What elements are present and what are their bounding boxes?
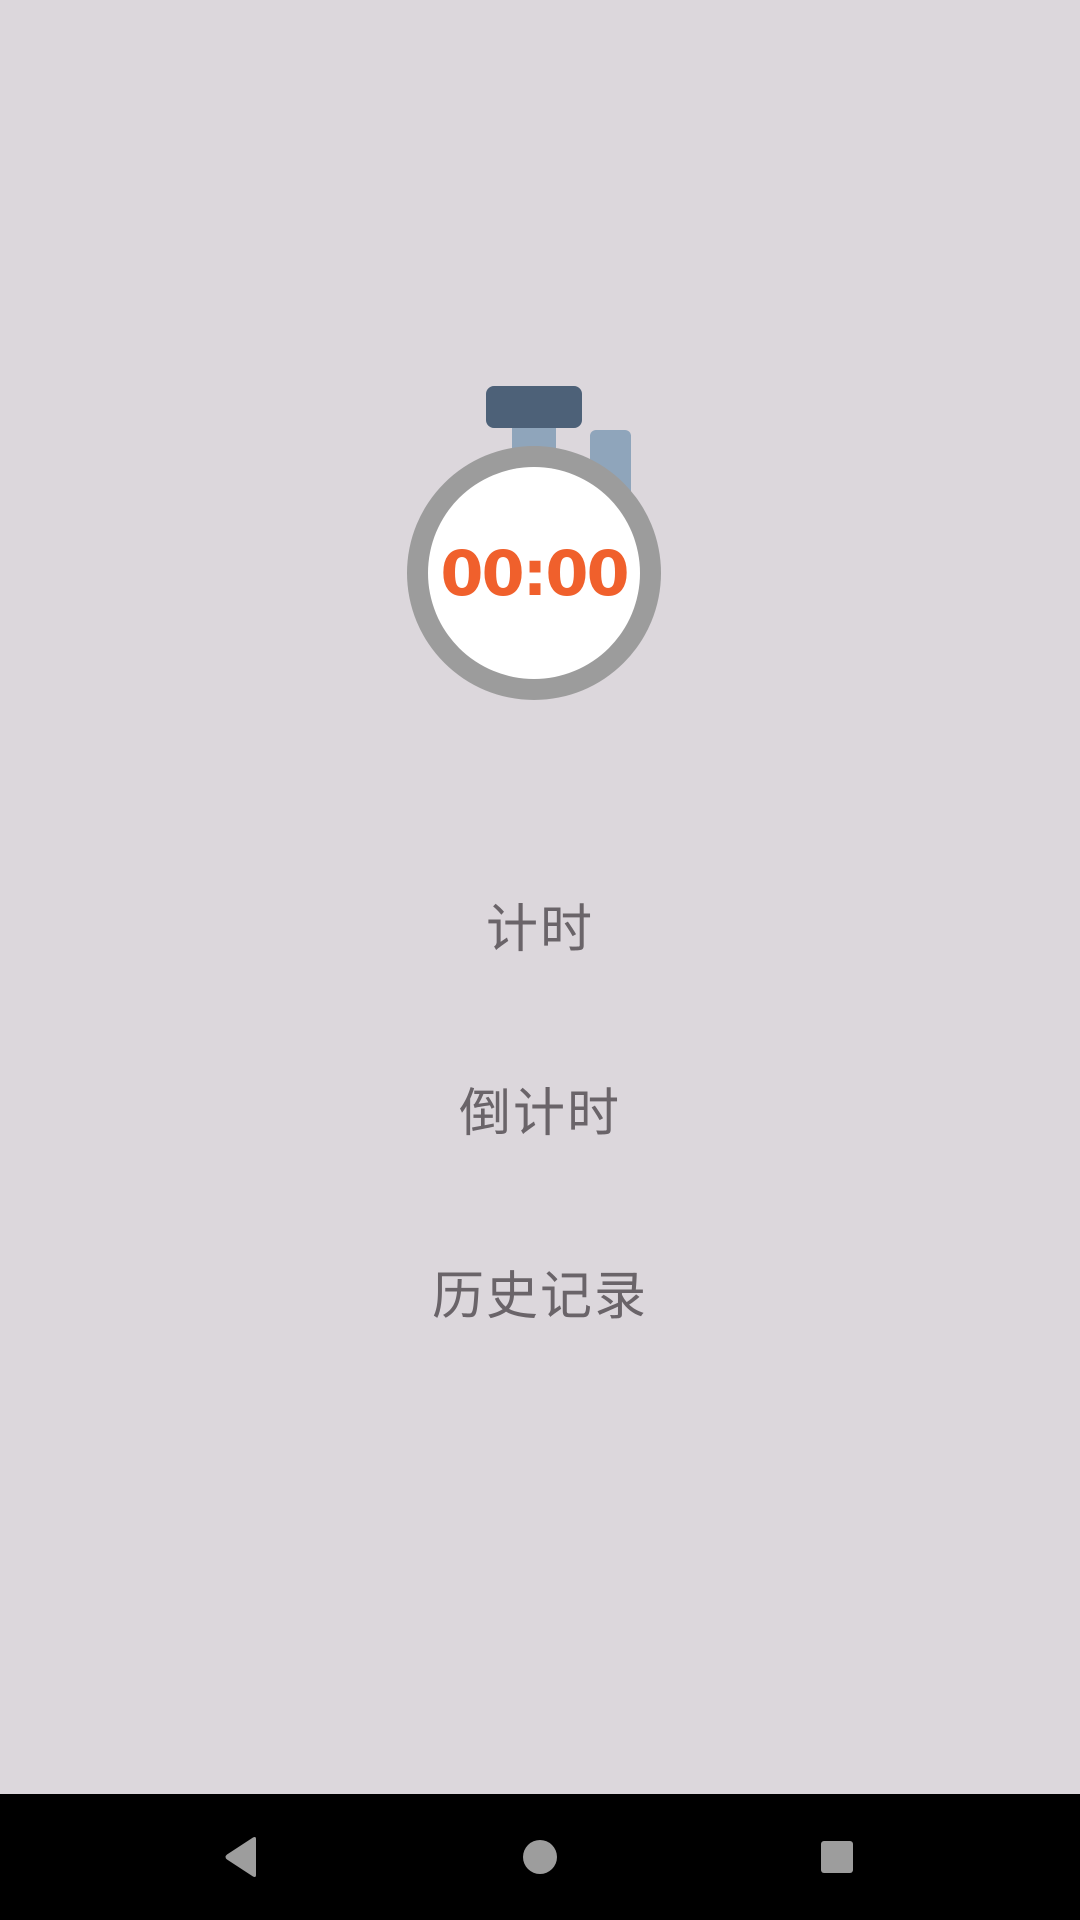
timer-label: 计时 [485,899,594,960]
countdown-label: 倒计时 [458,1083,621,1144]
back-button[interactable] [202,1817,282,1897]
home-button[interactable] [500,1817,580,1897]
stopwatch-logo: 00:00 [400,380,670,710]
recents-button[interactable] [797,1817,877,1897]
home-circle-icon [523,1840,557,1874]
stopwatch-display: 00:00 [440,537,627,610]
timer-button[interactable]: 计时 [340,864,740,984]
history-button[interactable]: 历史记录 [340,1231,740,1351]
recents-square-icon [821,1841,853,1873]
stopwatch-icon: 00:00 [407,386,661,700]
system-navigation-bar [0,1794,1080,1920]
history-label: 历史记录 [431,1266,648,1327]
stopwatch-crown [486,386,582,428]
back-triangle-icon [225,1837,256,1877]
app-screen: 00:00 计时 倒计时 历史记录 [0,0,1080,1920]
countdown-button[interactable]: 倒计时 [340,1048,740,1168]
main-content: 00:00 计时 倒计时 历史记录 [0,0,1080,1794]
